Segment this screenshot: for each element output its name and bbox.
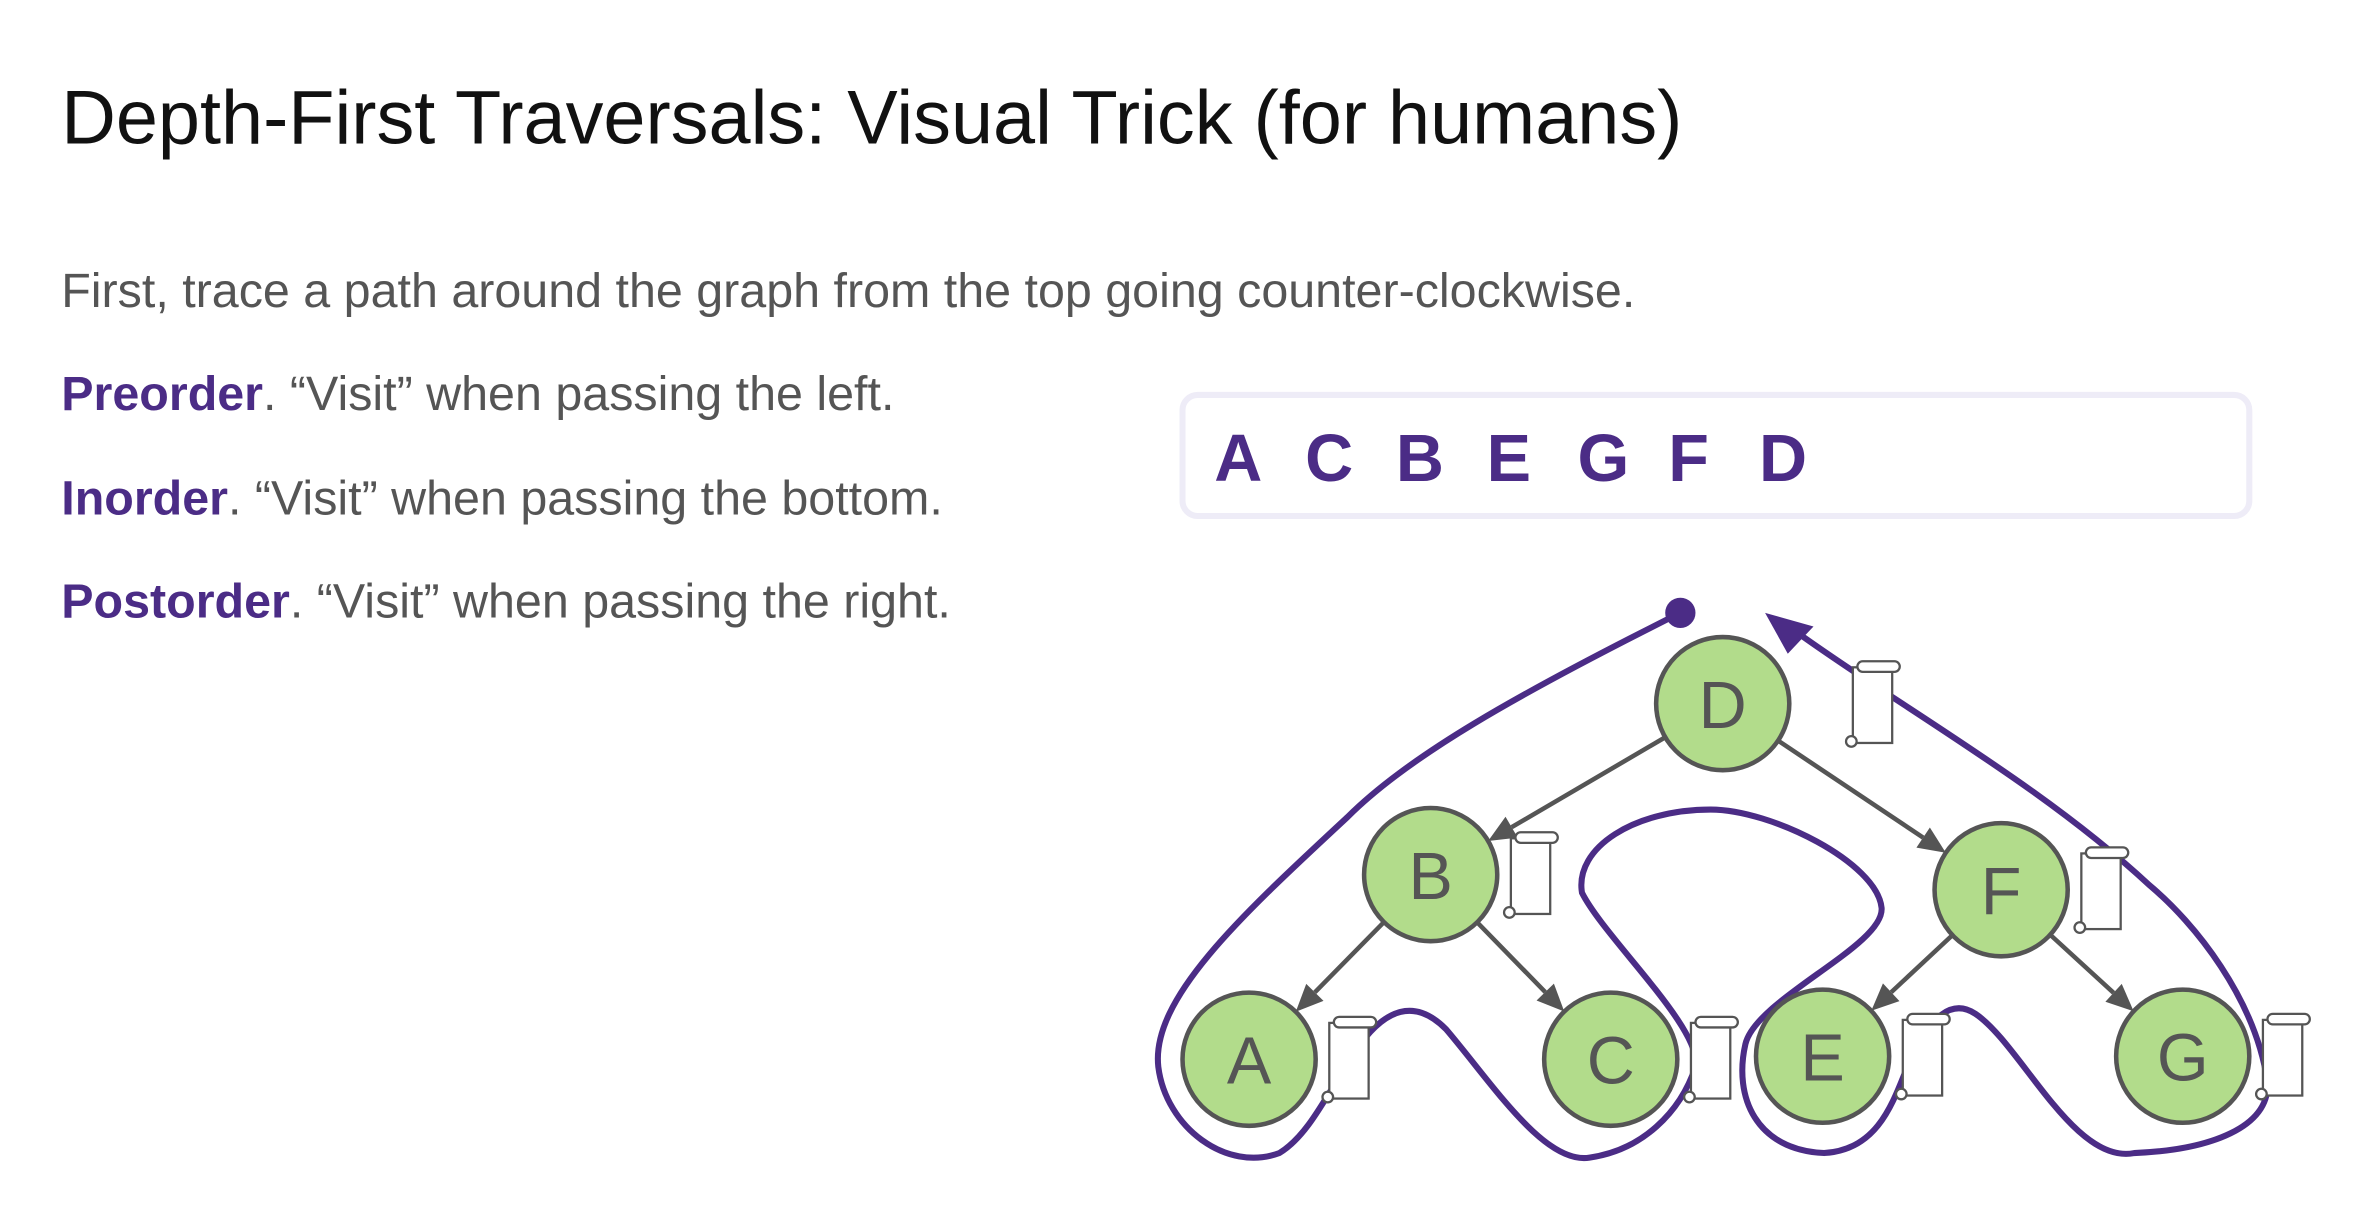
scroll-icon [1682,1015,1739,1104]
sequence-letter: B [1396,422,1444,496]
intro-text: First, trace a path around the graph fro… [61,264,1635,318]
edge-D-F [1776,738,1925,840]
edge-F-G [2048,933,2116,995]
node-F: F [1932,820,2070,959]
node-label: G [2157,1021,2209,1095]
node-A: A [1180,990,1318,1129]
rule-preorder: Preorder. “Visit” when passing the left. [61,367,894,421]
edge-B-C [1475,920,1547,994]
page-title: Depth-First Traversals: Visual Trick (fo… [61,77,1682,161]
sequence-letter: F [1668,422,1709,496]
node-label: B [1408,840,1452,914]
scroll-icon [1321,1015,1378,1104]
sequence-letter: A [1214,422,1262,496]
sequence-letter: D [1759,422,1807,496]
node-E: E [1753,987,1892,1126]
node-G: G [2113,987,2252,1126]
rule-postorder: Postorder. “Visit” when passing the righ… [61,574,951,628]
start-dot [1665,597,1696,628]
sequence-letter: E [1487,422,1531,496]
sequence-letter: C [1305,422,1353,496]
edge-B-A [1313,920,1386,994]
scroll-icon [1502,831,1559,919]
node-C: C [1541,990,1680,1129]
node-label: D [1699,669,1747,743]
node-label: C [1587,1024,1635,1098]
node-label: A [1227,1024,1272,1098]
edge-arrowhead [1916,827,1946,853]
node-label: E [1800,1021,1844,1095]
diagram-canvas: Depth-First Traversals: Visual Trick (fo… [61,77,2311,1161]
edge-F-E [1889,933,1954,994]
scroll-icon [1844,660,1901,748]
sequence-letter: G [1577,422,1629,496]
scroll-icon [2073,846,2130,935]
rule-inorder: Inorder. “Visit” when passing the bottom… [61,471,943,525]
scroll-icon [1894,1012,1951,1101]
node-label: F [1981,855,2022,929]
node-D: D [1653,634,1792,773]
arrowhead [1765,612,1814,654]
edge-D-B [1510,735,1667,830]
node-B: B [1361,805,1500,944]
scroll-icon [2254,1012,2311,1101]
